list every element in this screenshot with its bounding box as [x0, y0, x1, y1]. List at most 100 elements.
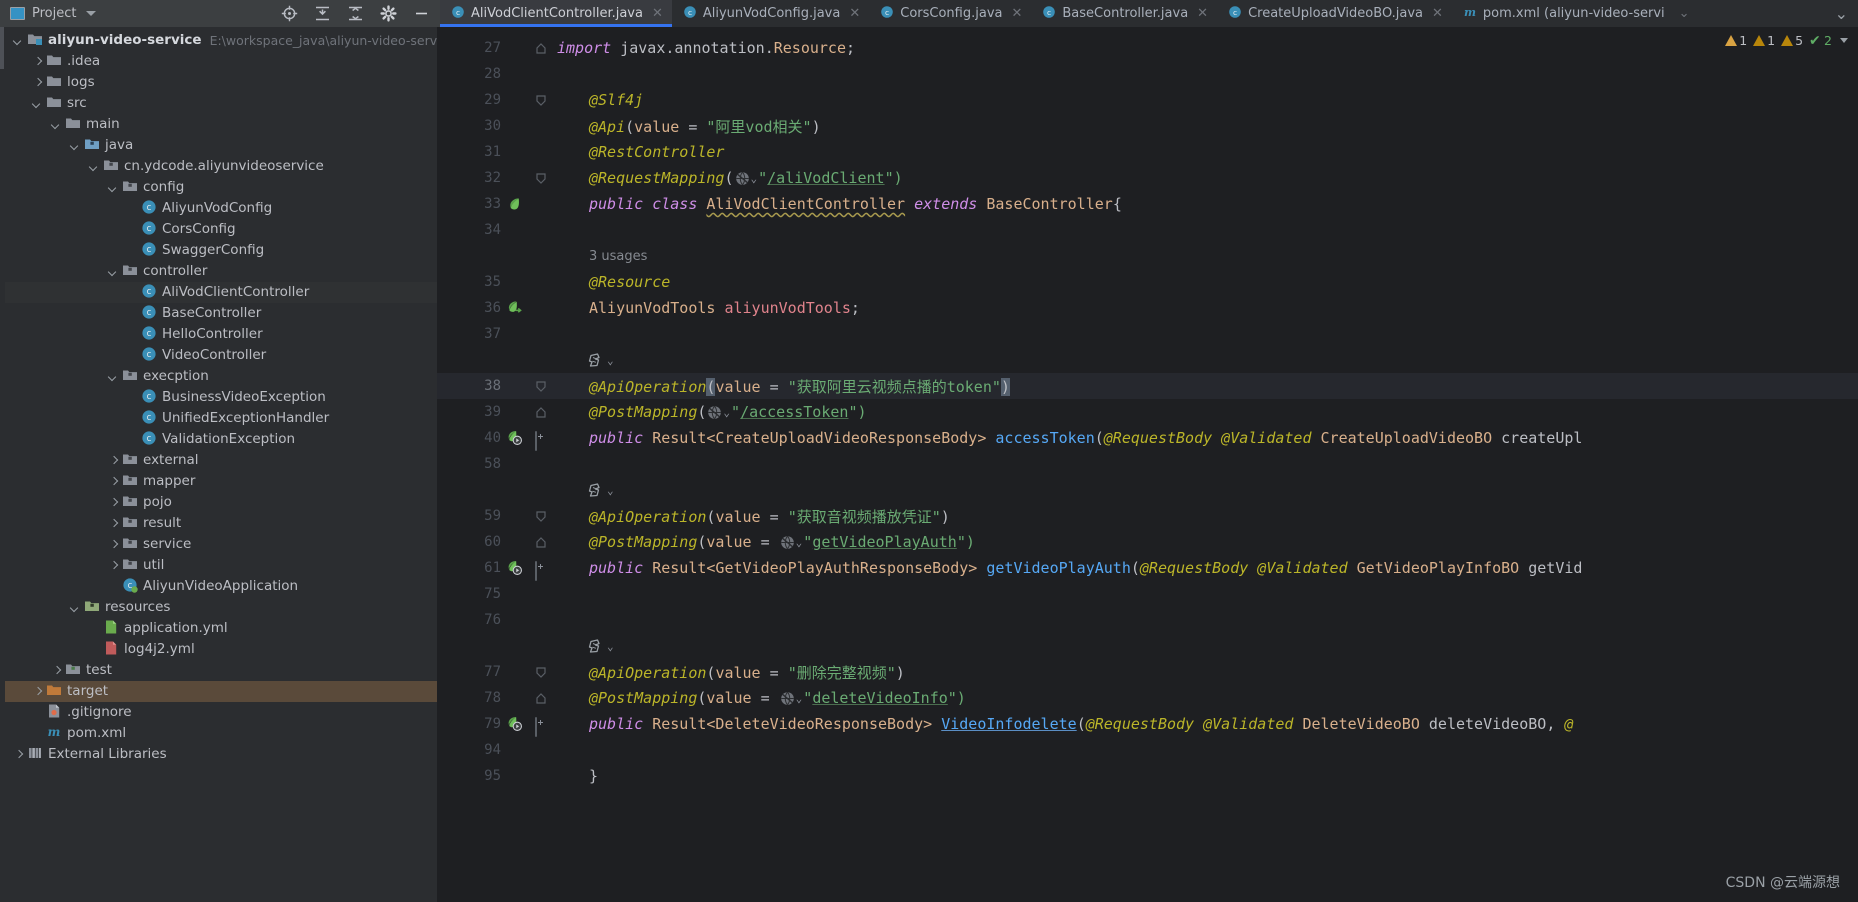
chevron-down-icon[interactable] [107, 181, 120, 194]
code-text[interactable]: public Result<DeleteVideoResponseBody> V… [589, 715, 1573, 733]
tree-item-unifiedexceptionhandler[interactable]: c UnifiedExceptionHandler [0, 408, 437, 429]
sidebar-scrollbar[interactable] [0, 27, 5, 902]
chevron-down-icon[interactable] [88, 160, 101, 173]
spring-endpoint-icon[interactable]: ⌄ [587, 482, 615, 498]
chevron-right-icon[interactable] [31, 685, 44, 698]
tree-item-validationexception[interactable]: c ValidationException [0, 429, 437, 450]
editor-tab-pom-xml-aliyun-video-servi[interactable]: m pom.xml (aliyun-video-servi ⌄ [1452, 0, 1699, 27]
tree-item-swaggerconfig[interactable]: c SwaggerConfig [0, 240, 437, 261]
chevron-right-icon[interactable] [107, 496, 120, 509]
minimize-icon[interactable] [413, 5, 430, 22]
chevron-down-icon[interactable]: ⌄ [723, 406, 730, 419]
chevron-down-icon[interactable]: ⌄ [796, 692, 803, 705]
chevron-right-icon[interactable] [50, 664, 63, 677]
tree-item-log4j2-yml[interactable]: log4j2.yml [0, 639, 437, 660]
bean-run-icon[interactable] [507, 430, 523, 446]
code-text[interactable]: @ApiOperation(value = "获取阿里云视频点播的token") [589, 376, 1010, 397]
close-icon[interactable]: ✕ [1432, 7, 1443, 20]
web-mapping-icon[interactable] [735, 171, 750, 186]
chevron-right-icon[interactable] [107, 475, 120, 488]
tree-item-logs[interactable]: logs [0, 72, 437, 93]
tree-item-target[interactable]: target [0, 681, 437, 702]
chevron-down-icon[interactable] [86, 11, 97, 16]
tree-item-aliyunvideoapplication[interactable]: c AliyunVideoApplication [0, 576, 437, 597]
tree-item-execption[interactable]: execption [0, 366, 437, 387]
spring-endpoint-icon[interactable]: ⌄ [587, 638, 615, 654]
tree-item-corsconfig[interactable]: c CorsConfig [0, 219, 437, 240]
editor-tab-createuploadvideobo-java[interactable]: c CreateUploadVideoBO.java ✕ [1217, 0, 1452, 27]
bean-arrow-icon[interactable] [507, 300, 523, 316]
tree-item-result[interactable]: result [0, 513, 437, 534]
chevron-right-icon[interactable] [31, 55, 44, 68]
chevron-down-icon[interactable] [12, 34, 25, 47]
editor-tab-corsconfig-java[interactable]: c CorsConfig.java ✕ [869, 0, 1031, 27]
code-text[interactable]: @Resource [589, 273, 670, 291]
chevron-down-icon[interactable]: ⌄ [751, 172, 758, 185]
chevron-right-icon[interactable] [107, 517, 120, 530]
code-text[interactable]: @RequestMapping(⌄"/aliVodClient") [589, 169, 903, 187]
tree-item-aliyunvodconfig[interactable]: c AliyunVodConfig [0, 198, 437, 219]
tree-item-basecontroller[interactable]: c BaseController [0, 303, 437, 324]
bean-run-icon[interactable] [507, 560, 523, 576]
code-editor[interactable]: 27 import javax.annotation.Resource; 28 29 @… [437, 27, 1858, 902]
tree-item--idea[interactable]: .idea [0, 51, 437, 72]
code-text[interactable]: public Result<CreateUploadVideoResponseB… [589, 429, 1582, 447]
code-folding-marker[interactable] [535, 94, 547, 106]
tree-item-pojo[interactable]: pojo [0, 492, 437, 513]
code-content[interactable]: 27 import javax.annotation.Resource; 28 29 @… [437, 27, 1858, 902]
web-mapping-icon[interactable] [780, 691, 795, 706]
editor-tab-aliyunvodconfig-java[interactable]: c AliyunVodConfig.java ✕ [672, 0, 869, 27]
tab-list-chevron-icon[interactable]: ⌄ [1825, 0, 1858, 27]
tree-item-main[interactable]: main [0, 114, 437, 135]
chevron-down-icon[interactable] [69, 601, 82, 614]
code-folding-marker[interactable] [535, 717, 547, 737]
inspection-chevron-icon[interactable] [1840, 38, 1848, 43]
code-folding-marker[interactable] [535, 561, 547, 581]
code-text[interactable]: @PostMapping(⌄"/accessToken") [589, 403, 867, 421]
tree-item-hellocontroller[interactable]: c HelloController [0, 324, 437, 345]
code-text[interactable]: @PostMapping(value = ⌄"deleteVideoInfo") [589, 689, 966, 707]
chevron-down-icon[interactable] [31, 97, 44, 110]
tree-item-businessvideoexception[interactable]: c BusinessVideoException [0, 387, 437, 408]
code-text[interactable]: } [589, 767, 598, 785]
code-text[interactable]: @Api(value = "阿里vod相关") [589, 116, 821, 137]
chevron-down-icon[interactable]: ⌄ [1679, 7, 1690, 20]
tree-item-util[interactable]: util [0, 555, 437, 576]
tree-item-java[interactable]: java [0, 135, 437, 156]
code-text[interactable]: @ApiOperation(value = "删除完整视频") [589, 662, 905, 683]
tree-item-config[interactable]: config [0, 177, 437, 198]
chevron-right-icon[interactable] [107, 538, 120, 551]
tree-item-mapper[interactable]: mapper [0, 471, 437, 492]
code-text[interactable]: public class AliVodClientController exte… [589, 195, 1122, 213]
chevron-down-icon[interactable] [107, 370, 120, 383]
tree-item-videocontroller[interactable]: c VideoController [0, 345, 437, 366]
collapse-all-icon[interactable] [347, 5, 364, 22]
warning-count-1[interactable]: 1 [1725, 33, 1747, 48]
code-text[interactable]: public Result<GetVideoPlayAuthResponseBo… [589, 559, 1582, 577]
spring-endpoint-icon[interactable]: ⌄ [587, 352, 615, 368]
tree-item-resources[interactable]: resources [0, 597, 437, 618]
web-mapping-icon[interactable] [780, 535, 795, 550]
code-folding-marker[interactable] [535, 172, 547, 184]
close-icon[interactable]: ✕ [1197, 7, 1208, 20]
expand-all-icon[interactable] [314, 5, 331, 22]
tree-item-controller[interactable]: controller [0, 261, 437, 282]
tree-item-src[interactable]: src [0, 93, 437, 114]
code-text[interactable]: import javax.annotation.Resource; [557, 39, 855, 57]
close-icon[interactable]: ✕ [849, 7, 860, 20]
code-folding-marker[interactable] [535, 510, 547, 522]
code-folding-marker[interactable] [535, 536, 547, 548]
code-text[interactable]: AliyunVodTools aliyunVodTools; [589, 299, 860, 317]
code-folding-marker[interactable] [535, 380, 547, 392]
close-icon[interactable]: ✕ [1011, 7, 1022, 20]
editor-tab-basecontroller-java[interactable]: c BaseController.java ✕ [1031, 0, 1217, 27]
gear-icon[interactable] [380, 5, 397, 22]
chevron-right-icon[interactable] [107, 559, 120, 572]
code-text[interactable]: @PostMapping(value = ⌄"getVideoPlayAuth"… [589, 533, 975, 551]
code-folding-marker[interactable] [535, 692, 547, 704]
chevron-down-icon[interactable] [69, 139, 82, 152]
chevron-down-icon[interactable] [50, 118, 63, 131]
scrollbar-thumb[interactable] [0, 27, 4, 69]
tree-item-aliyun-video-service[interactable]: aliyun-video-service E:\workspace_java\al… [0, 30, 437, 51]
warning-count-2[interactable]: 1 [1753, 33, 1775, 48]
